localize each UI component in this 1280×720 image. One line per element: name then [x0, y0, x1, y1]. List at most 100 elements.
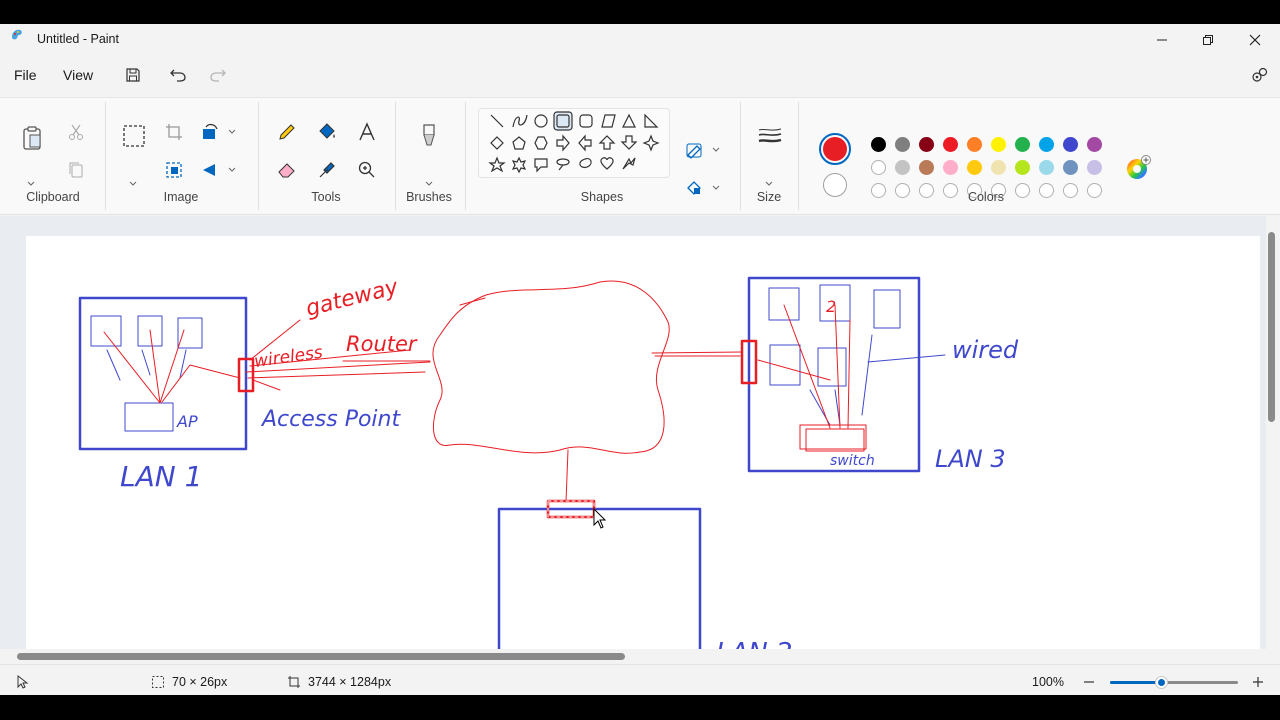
palette-swatch[interactable]: [1063, 137, 1078, 152]
zoom-slider-knob[interactable]: [1155, 676, 1169, 689]
ribbon-separator: [258, 102, 259, 210]
status-bar: 70 × 26px 3744 × 1284px 100%: [0, 664, 1280, 695]
custom-color-slot[interactable]: [871, 183, 886, 198]
restore-icon: [1203, 35, 1213, 45]
palette-swatch[interactable]: [1039, 160, 1054, 175]
palette-swatch[interactable]: [919, 160, 934, 175]
pc1-sketch: [90, 315, 122, 347]
close-icon: [1249, 34, 1261, 46]
cut-button[interactable]: [62, 118, 90, 146]
custom-color-slot[interactable]: [895, 183, 910, 198]
fill-style-button[interactable]: [684, 174, 722, 202]
pencil-button[interactable]: [273, 118, 301, 146]
palette-swatch[interactable]: [943, 137, 958, 152]
chevron-down-icon[interactable]: [765, 181, 773, 187]
edit-colors-button[interactable]: [1125, 155, 1153, 183]
group-label-colors: Colors: [967, 190, 1005, 204]
zoom-in-icon[interactable]: [1251, 675, 1265, 689]
zoom-out-icon[interactable]: [1082, 675, 1096, 689]
palette-swatch[interactable]: [943, 160, 958, 175]
primary-color[interactable]: [819, 133, 851, 165]
palette-swatch[interactable]: [1039, 137, 1054, 152]
palette-swatch[interactable]: [1087, 160, 1102, 175]
window-title: Untitled - Paint: [37, 32, 119, 46]
palette-swatch[interactable]: [1015, 160, 1030, 175]
chevron-down-icon[interactable]: [27, 181, 35, 187]
menu-file[interactable]: File: [14, 67, 37, 83]
crop-button[interactable]: [160, 118, 188, 146]
save-icon: [126, 68, 140, 82]
fill-button[interactable]: [313, 118, 341, 146]
palette-swatch[interactable]: [1063, 160, 1078, 175]
palette-swatch[interactable]: [895, 137, 910, 152]
chevron-down-icon[interactable]: [425, 181, 433, 187]
custom-color-slot[interactable]: [1039, 183, 1054, 198]
save-button[interactable]: [119, 63, 147, 87]
palette-swatch[interactable]: [1087, 137, 1102, 152]
wireless-label: wireless: [253, 343, 324, 372]
palette-swatch[interactable]: [991, 160, 1006, 175]
palette-swatch[interactable]: [919, 137, 934, 152]
secondary-color[interactable]: [823, 173, 847, 197]
rotate-button[interactable]: [200, 118, 238, 146]
chevron-down-icon[interactable]: [129, 181, 137, 187]
ribbon-separator: [105, 102, 106, 210]
horizontal-scroll-thumb[interactable]: [17, 653, 625, 660]
drawing-canvas[interactable]: LAN 1 AP gateway wireless Router Access …: [26, 236, 1260, 649]
undo-button[interactable]: [164, 63, 192, 87]
ribbon-separator: [798, 102, 799, 210]
color-wheel-icon: [1127, 155, 1151, 179]
magnifier-button[interactable]: [353, 156, 381, 184]
palette-swatch[interactable]: [871, 160, 886, 175]
vertical-scroll-thumb[interactable]: [1268, 232, 1275, 422]
cloud-to-lan3-link: [651, 351, 743, 357]
rotate-icon: [203, 123, 236, 139]
copy-button[interactable]: [62, 156, 90, 184]
resize-button[interactable]: [160, 156, 188, 184]
zoom-level[interactable]: 100%: [1032, 675, 1064, 689]
wireless-links: [103, 329, 241, 404]
palette-swatch[interactable]: [991, 137, 1006, 152]
settings-button[interactable]: [1246, 63, 1274, 87]
redo-button[interactable]: [204, 63, 232, 87]
resize-icon: [166, 162, 182, 178]
access-point-label: Access Point: [260, 407, 401, 432]
router-label: Router: [346, 332, 418, 356]
palette-swatch[interactable]: [1015, 137, 1030, 152]
close-button[interactable]: [1232, 24, 1278, 56]
text-button[interactable]: [353, 118, 381, 146]
eraser-icon: [278, 163, 295, 178]
custom-color-slot[interactable]: [1063, 183, 1078, 198]
restore-button[interactable]: [1185, 24, 1231, 56]
paste-button[interactable]: [18, 120, 46, 156]
palette-swatch[interactable]: [895, 160, 910, 175]
color-picker-button[interactable]: [313, 156, 341, 184]
redo-icon: [210, 69, 226, 82]
undo-icon: [170, 69, 186, 82]
palette-swatch[interactable]: [871, 137, 886, 152]
select-button[interactable]: [118, 120, 150, 152]
brushes-button[interactable]: [414, 118, 444, 154]
copy-icon: [69, 162, 83, 178]
rectangle-select-icon: [123, 125, 145, 147]
oval-shape-icon: [534, 114, 548, 128]
eraser-button[interactable]: [273, 156, 301, 184]
ribbon: Clipboard Image Tools Brushes Shapes Siz…: [0, 97, 1280, 215]
minimize-button[interactable]: [1139, 24, 1185, 56]
pentagon-shape-icon: [512, 136, 526, 150]
group-label-size: Size: [756, 190, 782, 204]
palette-swatch[interactable]: [967, 160, 982, 175]
outline-button[interactable]: [684, 136, 722, 164]
line-shape-icon: [490, 114, 504, 128]
custom-color-slot[interactable]: [1015, 183, 1030, 198]
curve-shape-icon: [512, 114, 528, 128]
custom-color-slot[interactable]: [919, 183, 934, 198]
palette-swatch[interactable]: [967, 137, 982, 152]
size-button[interactable]: [755, 118, 785, 154]
arrow-left-shape-icon: [578, 134, 592, 152]
menu-view[interactable]: View: [63, 67, 93, 83]
flip-button[interactable]: [200, 156, 238, 184]
custom-color-slot[interactable]: [1087, 183, 1102, 198]
triangle-shape-icon: [622, 113, 636, 128]
switch-label: switch: [830, 453, 875, 469]
